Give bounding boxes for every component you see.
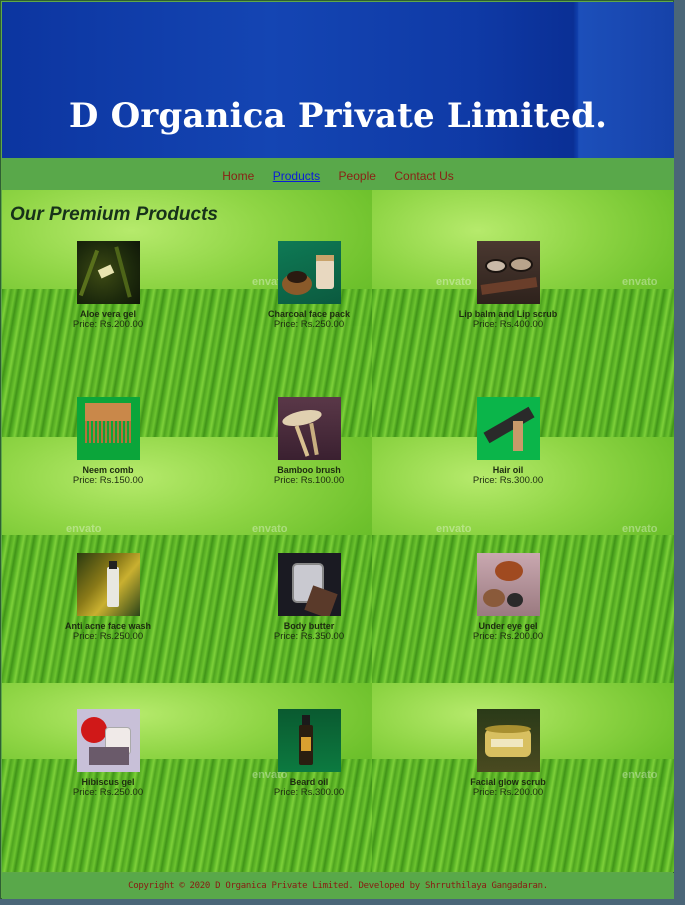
product-card[interactable]: Bamboo brush Price: Rs.100.00 xyxy=(234,397,384,486)
product-image-hibiscus-gel[interactable] xyxy=(76,709,140,772)
product-card[interactable]: Under eye gel Price: Rs.200.00 xyxy=(433,553,583,642)
product-price: Price: Rs.300.00 xyxy=(273,787,345,798)
product-price: Price: Rs.150.00 xyxy=(72,475,144,486)
product-price: Price: Rs.300.00 xyxy=(472,475,544,486)
copyright-text: Copyright © 2020 D Organica Private Limi… xyxy=(128,881,548,891)
product-image-neem-comb[interactable] xyxy=(76,397,140,460)
product-price: Price: Rs.250.00 xyxy=(273,319,345,330)
products-section: envato envato envato envato envato envato e… xyxy=(2,190,674,872)
product-price: Price: Rs.100.00 xyxy=(273,475,345,486)
product-name: Bamboo brush xyxy=(277,465,341,475)
product-name: Hibiscus gel xyxy=(81,777,135,787)
product-image-body-butter[interactable] xyxy=(277,553,341,616)
product-image-aloe-vera-gel[interactable] xyxy=(76,241,140,304)
product-price: Price: Rs.200.00 xyxy=(72,319,144,330)
product-price: Price: Rs.200.00 xyxy=(472,631,544,642)
product-name: Facial glow scrub xyxy=(470,777,546,787)
product-image-under-eye-gel[interactable] xyxy=(476,553,540,616)
product-image-bamboo-brush[interactable] xyxy=(277,397,341,460)
product-image-beard-oil[interactable] xyxy=(277,709,341,772)
product-card[interactable]: Beard oil Price: Rs.300.00 xyxy=(234,709,384,798)
product-image-anti-acne-face-wash[interactable] xyxy=(76,553,140,616)
product-price: Price: Rs.350.00 xyxy=(273,631,345,642)
product-image-facial-glow-scrub[interactable] xyxy=(476,709,540,772)
product-card[interactable]: Anti acne face wash Price: Rs.250.00 xyxy=(33,553,183,642)
product-card[interactable]: Body butter Price: Rs.350.00 xyxy=(234,553,384,642)
product-name: Beard oil xyxy=(289,777,329,787)
product-name: Aloe vera gel xyxy=(79,309,137,319)
product-name: Under eye gel xyxy=(478,621,538,631)
product-card[interactable]: Charcoal face pack Price: Rs.250.00 xyxy=(234,241,384,330)
section-heading: Our Premium Products xyxy=(10,204,218,225)
product-price: Price: Rs.400.00 xyxy=(472,319,544,330)
product-name: Lip balm and Lip scrub xyxy=(458,309,558,319)
product-card[interactable]: Hair oil Price: Rs.300.00 xyxy=(433,397,583,486)
product-name: Charcoal face pack xyxy=(267,309,351,319)
product-name: Anti acne face wash xyxy=(64,621,152,631)
product-card[interactable]: Aloe vera gel Price: Rs.200.00 xyxy=(33,241,183,330)
site-header: D Organica Private Limited. xyxy=(2,2,674,158)
nav-link-products[interactable]: Products xyxy=(273,158,320,194)
product-price: Price: Rs.250.00 xyxy=(72,631,144,642)
product-name: Hair oil xyxy=(492,465,524,475)
page-frame: D Organica Private Limited. Home Product… xyxy=(0,0,674,899)
nav-link-home[interactable]: Home xyxy=(222,158,254,194)
nav-bar: Home Products People Contact Us xyxy=(2,158,674,190)
product-name: Neem comb xyxy=(82,465,134,475)
nav-link-contact-us[interactable]: Contact Us xyxy=(394,158,453,194)
product-card[interactable]: Hibiscus gel Price: Rs.250.00 xyxy=(33,709,183,798)
product-image-hair-oil[interactable] xyxy=(476,397,540,460)
product-card[interactable]: Facial glow scrub Price: Rs.200.00 xyxy=(433,709,583,798)
nav-link-people[interactable]: People xyxy=(339,158,376,194)
product-card[interactable]: Neem comb Price: Rs.150.00 xyxy=(33,397,183,486)
site-title: D Organica Private Limited. xyxy=(68,96,608,136)
product-image-lip-balm-and-lip-scrub[interactable] xyxy=(476,241,540,304)
product-price: Price: Rs.200.00 xyxy=(472,787,544,798)
product-price: Price: Rs.250.00 xyxy=(72,787,144,798)
site-footer: Copyright © 2020 D Organica Private Limi… xyxy=(2,873,674,899)
product-name: Body butter xyxy=(283,621,335,631)
product-image-charcoal-face-pack[interactable] xyxy=(277,241,341,304)
product-card[interactable]: Lip balm and Lip scrub Price: Rs.400.00 xyxy=(433,241,583,330)
